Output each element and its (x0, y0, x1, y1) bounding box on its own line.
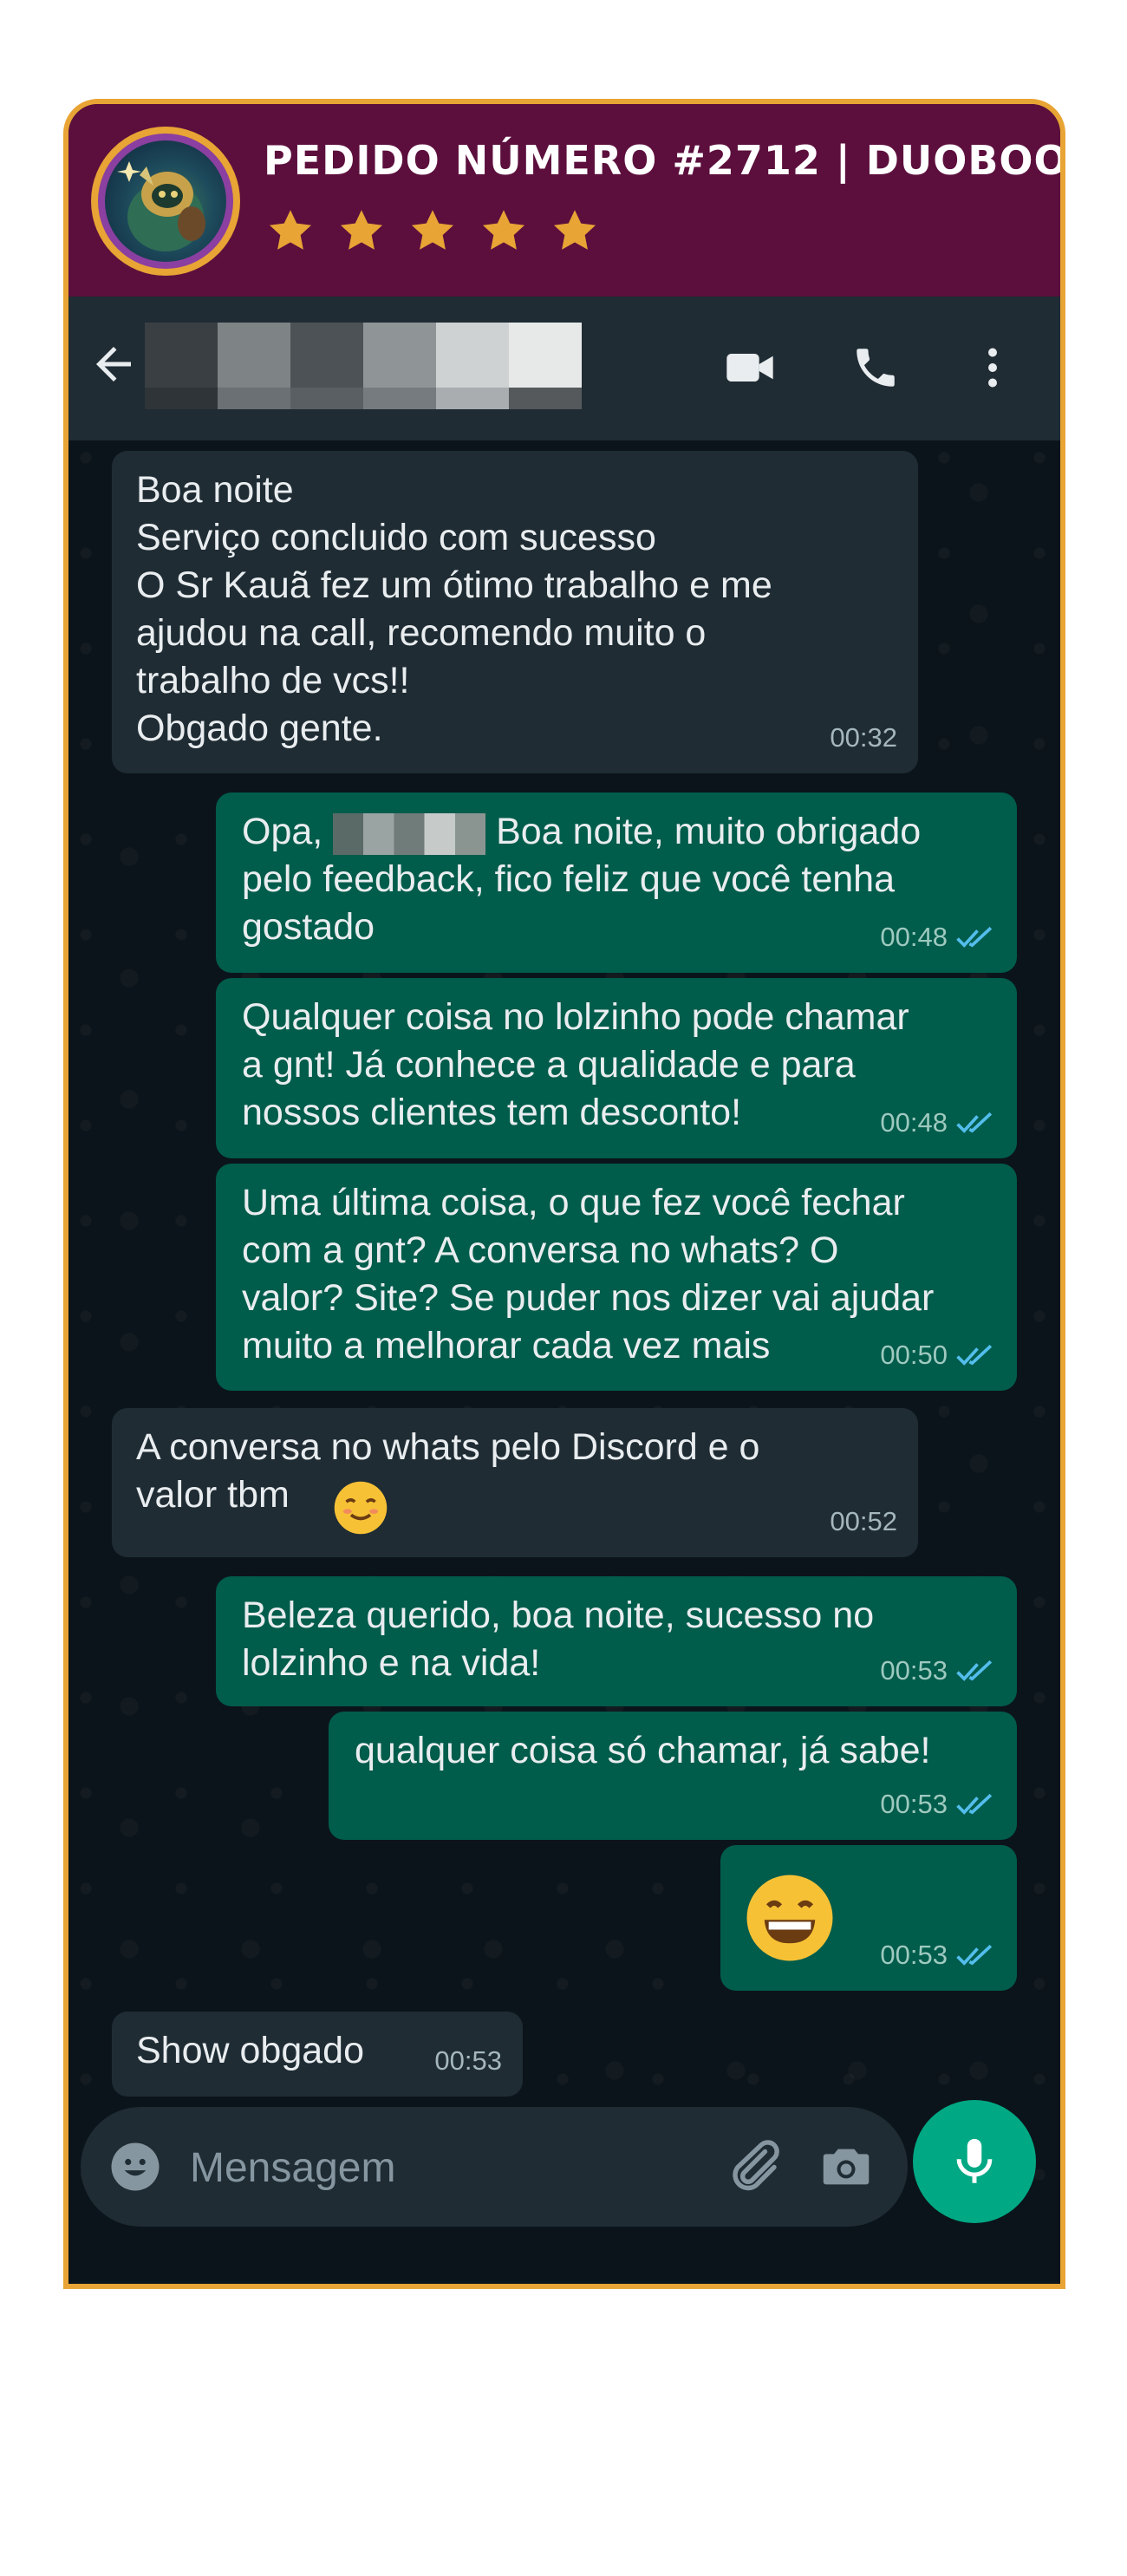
message-text: Beleza querido, boa noite, sucesso no lo… (242, 1595, 875, 1684)
voice-call-button[interactable] (844, 336, 907, 399)
star-icon (482, 210, 525, 250)
read-ticks-icon (956, 1112, 993, 1133)
order-title: PEDIDO NÚMERO #2712 | DUOBOOST (264, 137, 1065, 184)
grinning-face-icon (746, 1875, 833, 1961)
read-ticks-icon (956, 1344, 993, 1366)
emoji-icon[interactable] (107, 2138, 164, 2195)
message-time: 00:32 (830, 722, 897, 753)
message-text: Boa noite Serviço concluido com sucesso … (136, 469, 772, 749)
blurred-name (333, 812, 486, 855)
order-banner: PEDIDO NÚMERO #2712 | DUOBOOST (68, 104, 1060, 297)
phone-call-icon (857, 349, 895, 387)
chat-app-bar (68, 297, 1060, 440)
read-ticks-icon (956, 926, 993, 948)
message-time: 00:48 (880, 922, 948, 952)
message-text: Opa, (242, 811, 334, 852)
rating-stars (266, 206, 599, 255)
message-incoming[interactable]: A conversa no whats pelo Discord e o val… (112, 1408, 918, 1557)
message-time: 00:53 (880, 1655, 948, 1686)
star-icon (340, 210, 383, 250)
message-time: 00:53 (434, 2045, 502, 2076)
microphone-icon (956, 2138, 993, 2183)
star-icon (553, 210, 596, 250)
message-outgoing[interactable]: Uma última coisa, o que fez você fechar … (216, 1164, 1017, 1391)
read-ticks-icon (956, 1793, 993, 1815)
message-incoming[interactable]: Show obgado 00:53 (112, 2012, 523, 2097)
message-time: 00:53 (880, 1940, 948, 1970)
read-ticks-icon (956, 1660, 993, 1681)
message-incoming[interactable]: Boa noite Serviço concluido com sucesso … (112, 451, 918, 773)
message-composer (81, 2107, 908, 2227)
message-outgoing[interactable]: qualquer coisa só chamar, já sabe! 00:53 (329, 1712, 1017, 1840)
message-text: A conversa no whats pelo Discord e o val… (136, 1426, 760, 1516)
avatar-image (105, 140, 226, 262)
message-text: qualquer coisa só chamar, já sabe! (355, 1730, 931, 1771)
chat-area[interactable]: Boa noite Serviço concluido com sucesso … (68, 440, 1060, 2227)
smiling-face-icon (334, 1481, 388, 1535)
more-options-button[interactable] (961, 336, 1024, 399)
video-call-icon (726, 354, 773, 382)
star-icon (411, 210, 454, 250)
champion-portrait-icon (117, 161, 205, 251)
message-text: Uma última coisa, o que fez você fechar … (242, 1182, 935, 1366)
avatar (91, 127, 240, 276)
message-outgoing[interactable]: 00:53 (720, 1845, 1017, 1991)
more-options-icon (988, 348, 997, 388)
message-text: Qualquer coisa no lolzinho pode chamar a… (242, 996, 909, 1133)
voice-message-button[interactable] (913, 2100, 1036, 2223)
message-time: 00:50 (880, 1340, 948, 1370)
read-ticks-icon (956, 1944, 993, 1966)
message-input[interactable] (188, 2133, 677, 2202)
screenshot-card: PEDIDO NÚMERO #2712 | DUOBOOST Boa noite… (63, 99, 1065, 2289)
message-outgoing[interactable]: Opa, Boa noite, muito obrigado pelo feed… (216, 792, 1017, 973)
message-time: 00:52 (830, 1506, 897, 1536)
message-time: 00:48 (880, 1107, 948, 1138)
attach-icon[interactable] (722, 2135, 785, 2197)
message-outgoing[interactable]: Qualquer coisa no lolzinho pode chamar a… (216, 978, 1017, 1158)
video-call-button[interactable] (719, 336, 781, 399)
message-outgoing[interactable]: Beleza querido, boa noite, sucesso no lo… (216, 1576, 1017, 1706)
back-arrow-icon[interactable] (88, 338, 140, 390)
camera-icon[interactable] (816, 2136, 876, 2197)
star-icon (269, 210, 312, 250)
contact-name-blurred[interactable] (145, 323, 582, 409)
message-time: 00:53 (880, 1789, 948, 1819)
